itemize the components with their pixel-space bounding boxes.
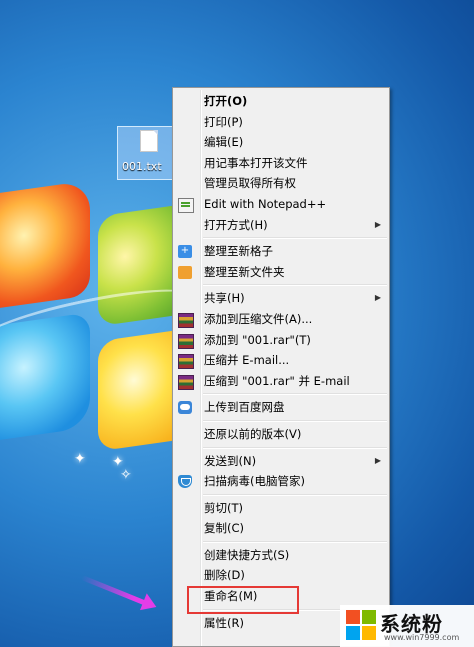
menu-separator: [203, 419, 387, 422]
menu-item-delete[interactable]: 删除(D): [173, 565, 389, 586]
winrar-icon: [178, 354, 194, 370]
menu-item-label: 创建快捷方式(S): [204, 547, 290, 562]
menu-separator: [203, 446, 387, 449]
menu-item-label: 压缩并 E-mail...: [204, 353, 290, 368]
text-file-icon: [140, 130, 158, 152]
menu-item-label: 剪切(T): [204, 500, 243, 515]
menu-item-open-with-notepad[interactable]: 用记事本打开该文件: [173, 153, 389, 174]
menu-item-send-to[interactable]: 发送到(N) ▶: [173, 451, 389, 472]
windows-flag-icon: [346, 610, 376, 640]
menu-item-restore-previous-versions[interactable]: 还原以前的版本(V): [173, 424, 389, 445]
menu-item-label: 扫描病毒(电脑管家): [204, 474, 305, 489]
menu-separator: [203, 237, 387, 240]
menu-item-take-ownership[interactable]: 管理员取得所有权: [173, 173, 389, 194]
menu-item-label: 复制(C): [204, 521, 245, 536]
submenu-arrow-icon: ▶: [374, 455, 381, 465]
menu-item-label: 编辑(E): [204, 135, 244, 150]
menu-item-label: 用记事本打开该文件: [204, 155, 308, 170]
sparkle-icon: ✦: [74, 451, 86, 467]
watermark-url: www.win7999.com: [384, 633, 460, 642]
fences-blue-icon: +: [178, 245, 192, 259]
menu-item-add-to-001-rar[interactable]: 添加到 "001.rar"(T): [173, 330, 389, 351]
rename-highlight-box: [187, 586, 299, 614]
desktop-file-001-txt[interactable]: 001.txt: [117, 126, 177, 180]
menu-separator: [203, 493, 387, 496]
sparkle-icon: ✧: [120, 467, 132, 483]
winrar-icon: [178, 312, 194, 328]
menu-item-label: Edit with Notepad++: [204, 196, 327, 211]
menu-item-label: 添加到压缩文件(A)...: [204, 311, 313, 326]
menu-item-label: 添加到 "001.rar"(T): [204, 332, 311, 347]
menu-item-label: 删除(D): [204, 568, 245, 583]
menu-separator: [203, 393, 387, 396]
menu-item-share[interactable]: 共享(H) ▶: [173, 288, 389, 309]
pointer-arrow-icon: [81, 575, 148, 607]
menu-item-label: 上传到百度网盘: [204, 400, 285, 415]
menu-item-open[interactable]: 打开(O): [173, 91, 389, 112]
menu-item-label: 整理至新文件夹: [204, 264, 285, 279]
menu-item-label: 管理员取得所有权: [204, 176, 296, 191]
menu-item-label: 打印(P): [204, 114, 243, 129]
logo-red-pane: [0, 180, 90, 311]
menu-item-compress-and-email[interactable]: 压缩并 E-mail...: [173, 350, 389, 371]
watermark: 系统粉 www.win7999.com: [340, 605, 474, 647]
submenu-arrow-icon: ▶: [374, 219, 381, 229]
context-menu: 打开(O) 打印(P) 编辑(E) 用记事本打开该文件 管理员取得所有权 Edi…: [172, 87, 390, 647]
menu-item-label: 打开(O): [204, 94, 248, 108]
menu-item-create-shortcut[interactable]: 创建快捷方式(S): [173, 545, 389, 566]
winrar-icon: [178, 374, 194, 390]
menu-item-label: 共享(H): [204, 291, 245, 306]
winrar-icon: [178, 333, 194, 349]
menu-item-label: 整理至新格子: [204, 244, 273, 259]
menu-item-label: 还原以前的版本(V): [204, 426, 302, 441]
menu-item-label: 属性(R): [204, 615, 244, 630]
menu-separator: [203, 540, 387, 543]
menu-item-compress-to-001-rar-and-email[interactable]: 压缩到 "001.rar" 并 E-mail: [173, 371, 389, 392]
menu-item-upload-baidu[interactable]: 上传到百度网盘: [173, 397, 389, 418]
menu-item-edit[interactable]: 编辑(E): [173, 132, 389, 153]
shield-icon: [178, 475, 192, 489]
menu-item-open-with[interactable]: 打开方式(H) ▶: [173, 215, 389, 236]
submenu-arrow-icon: ▶: [374, 293, 381, 303]
menu-item-print[interactable]: 打印(P): [173, 112, 389, 133]
menu-item-fences-new-box[interactable]: + 整理至新格子: [173, 241, 389, 262]
menu-item-copy[interactable]: 复制(C): [173, 518, 389, 539]
menu-item-label: 打开方式(H): [204, 217, 268, 232]
menu-separator: [203, 284, 387, 287]
menu-item-label: 压缩到 "001.rar" 并 E-mail: [204, 373, 350, 388]
menu-item-cut[interactable]: 剪切(T): [173, 498, 389, 519]
notepad-plus-icon: [178, 197, 194, 213]
menu-item-add-to-archive[interactable]: 添加到压缩文件(A)...: [173, 309, 389, 330]
menu-item-fences-new-folder[interactable]: 整理至新文件夹: [173, 262, 389, 283]
menu-item-label: 发送到(N): [204, 453, 257, 468]
desktop-file-name: 001.txt: [122, 160, 162, 173]
baidu-cloud-icon: [178, 401, 192, 415]
fences-folder-icon: [178, 265, 192, 279]
menu-item-edit-with-notepadpp[interactable]: Edit with Notepad++: [173, 194, 389, 215]
menu-item-scan-virus[interactable]: 扫描病毒(电脑管家): [173, 471, 389, 492]
